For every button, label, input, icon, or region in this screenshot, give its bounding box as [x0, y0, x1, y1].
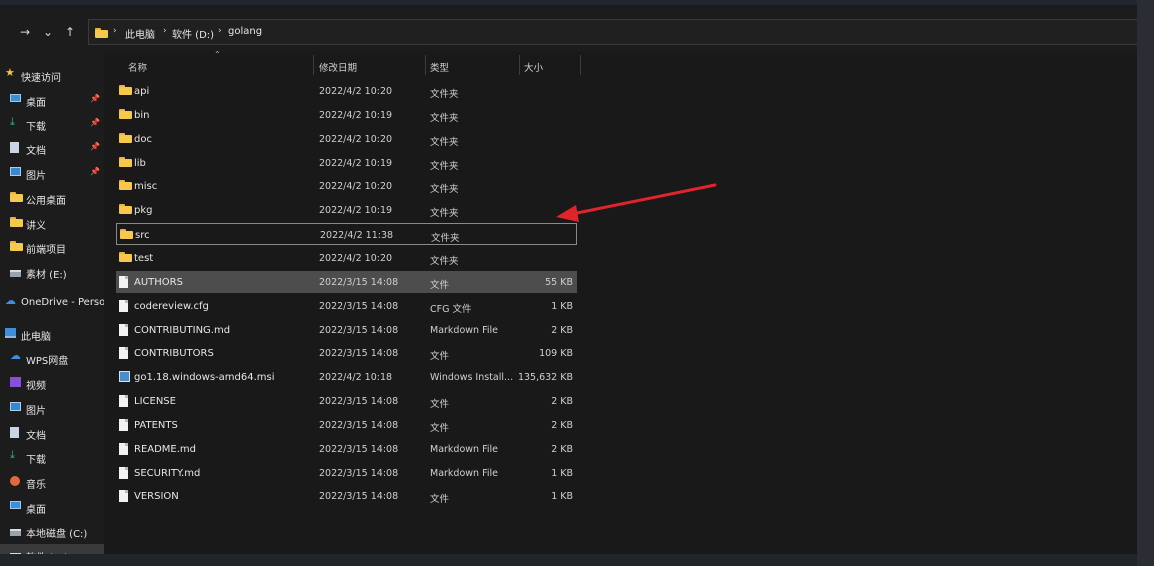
annotation-arrow-shaft [570, 183, 717, 216]
annotation-arrow-head [556, 205, 579, 222]
annotation-arrow [556, 183, 717, 222]
